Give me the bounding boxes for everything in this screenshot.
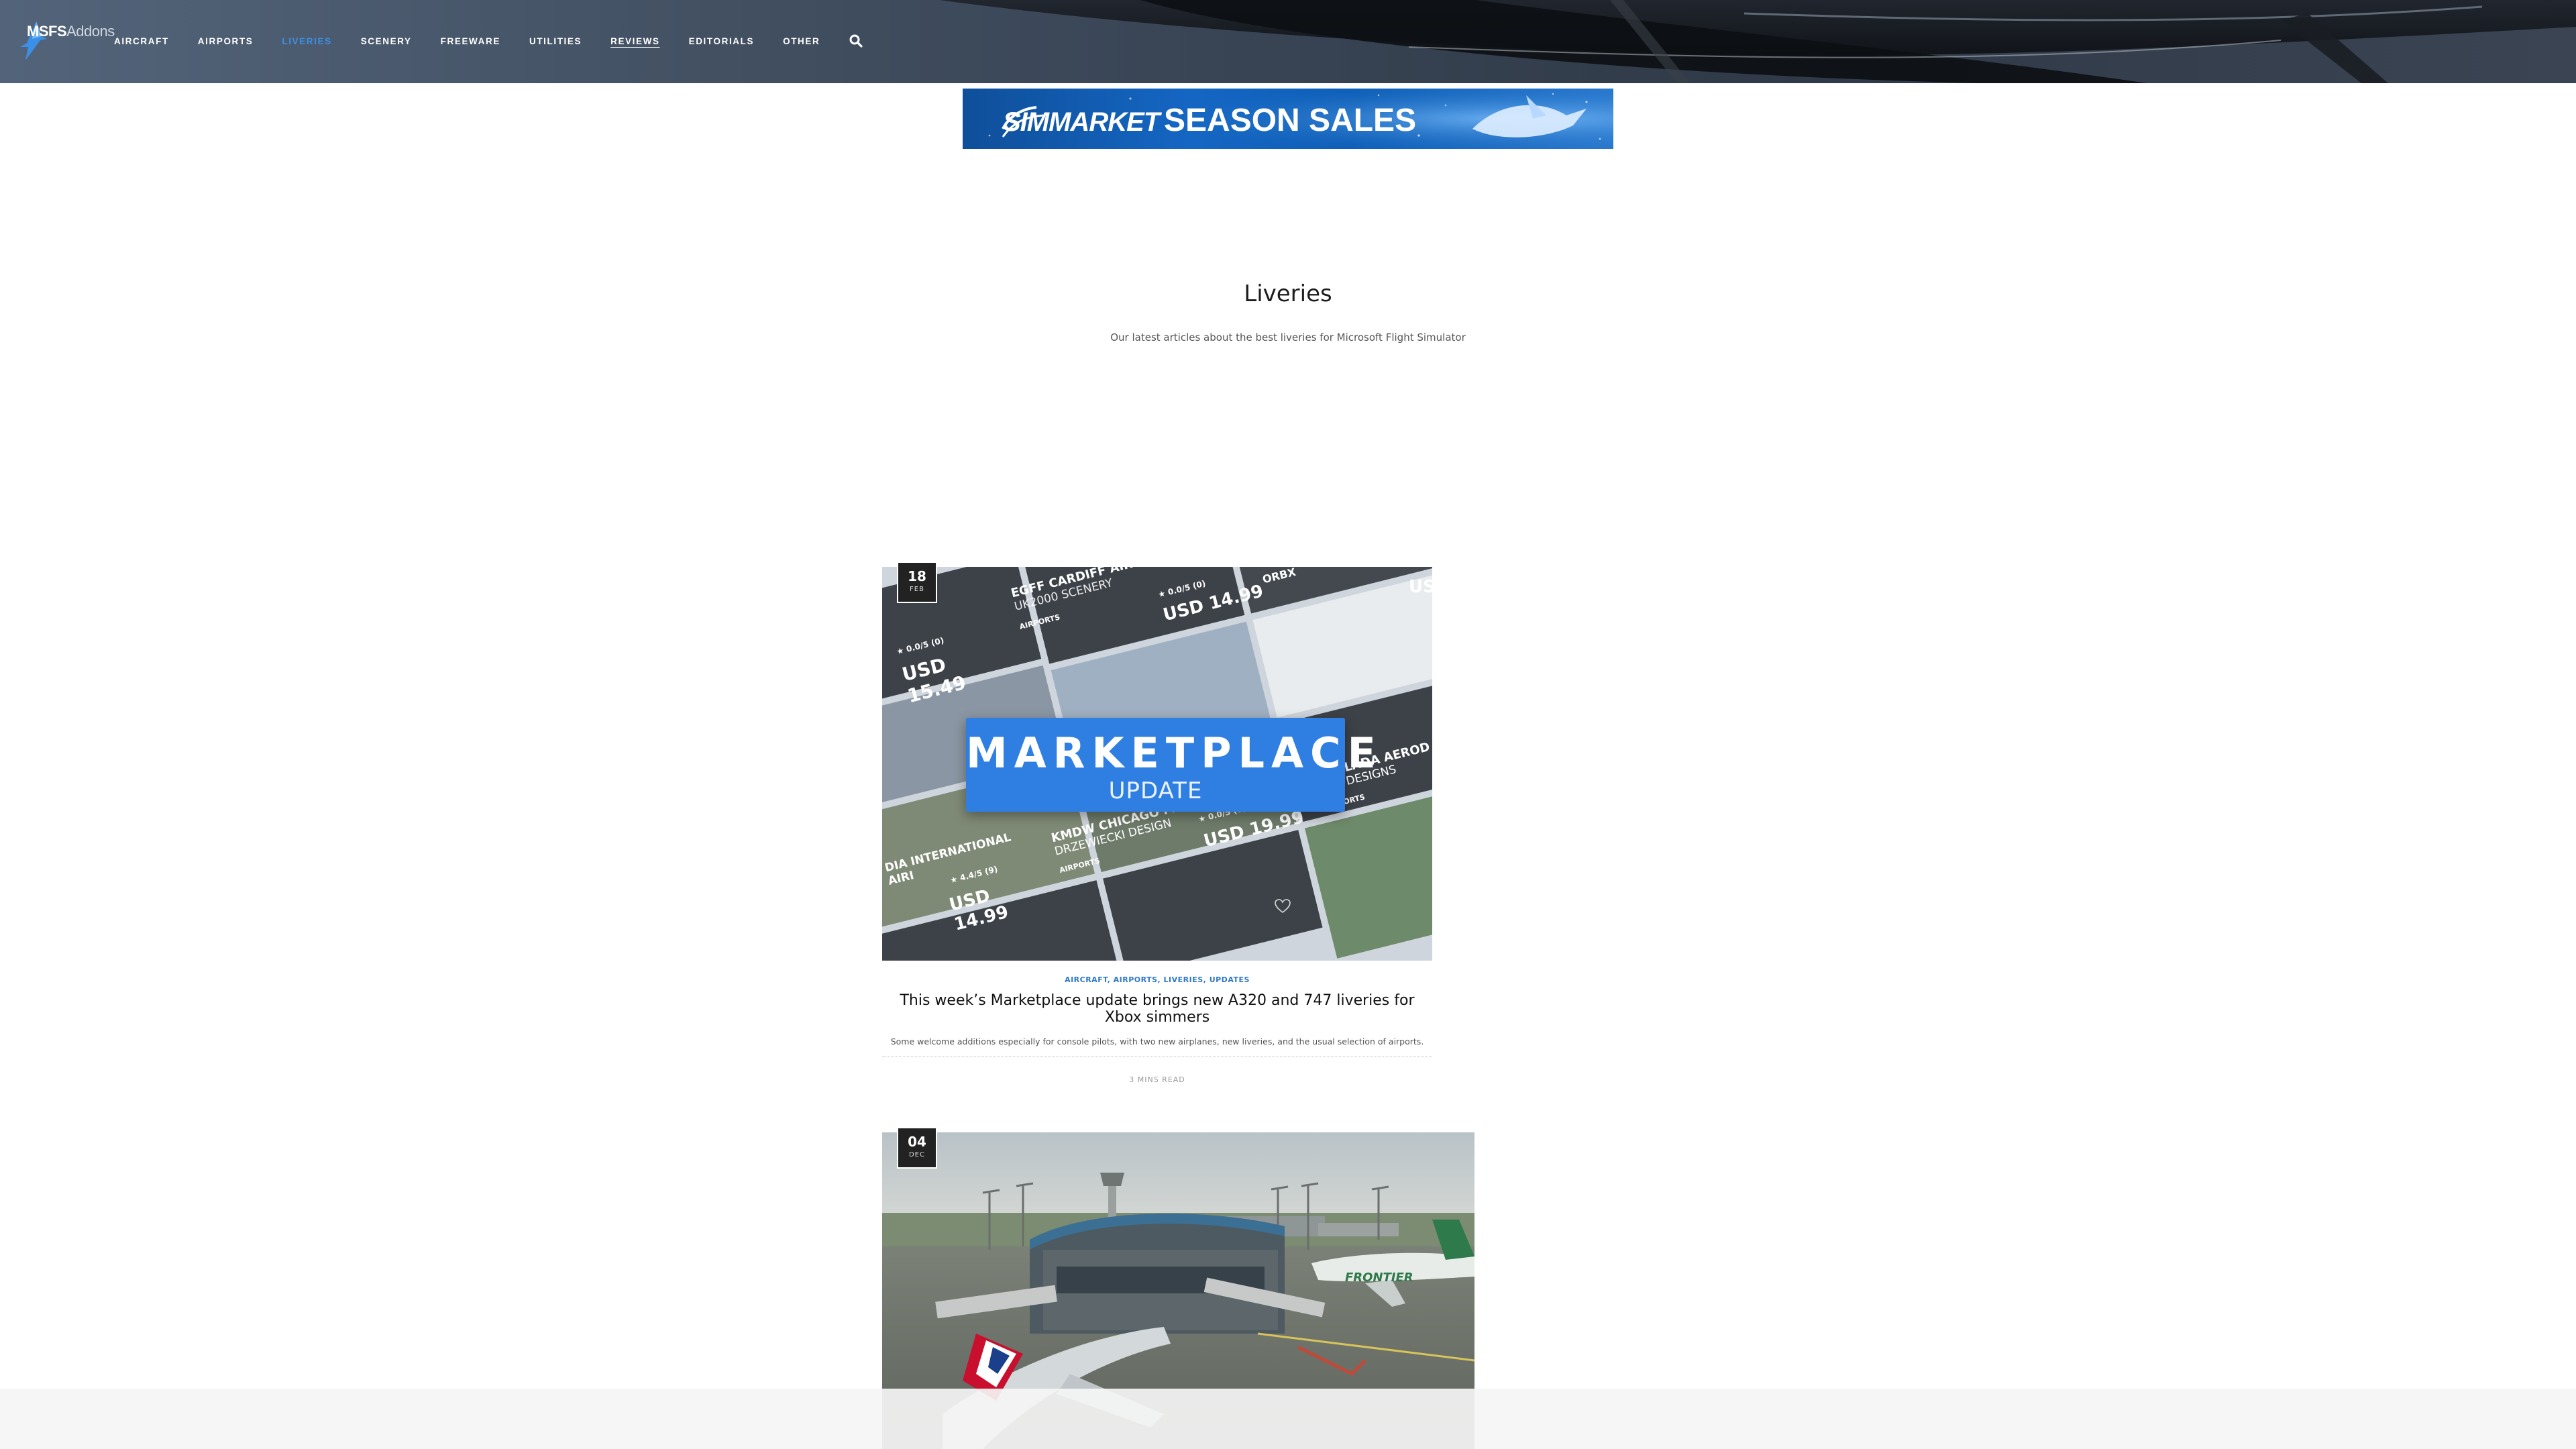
marketplace-headline: MARKETPLACE <box>966 729 1383 777</box>
article-read-time: 3 MINS READ <box>1129 1075 1185 1084</box>
site-header: MSFSAddons AIRCRAFT AIRPORTS LIVERIES SC… <box>0 0 2576 83</box>
nav-item-editorials[interactable]: EDITORIALS <box>689 36 755 46</box>
article-title[interactable]: This week’s Marketplace update brings ne… <box>882 992 1432 1026</box>
date-badge: 04 DEC <box>897 1127 937 1169</box>
banner-headline: SEASON SALES <box>1164 103 1417 138</box>
frontier-livery-text: FRONTIER <box>1345 1271 1413 1285</box>
page-subtitle: Our latest articles about the best liver… <box>1110 331 1466 343</box>
date-badge: 18 FEB <box>897 561 937 603</box>
article-thumbnail[interactable]: EGFF CARDIFF AIRPORT UK2000 SCENERY AIRP… <box>882 567 1432 961</box>
bottom-sticky-bar <box>0 1389 2576 1449</box>
logo-brand: MSFS <box>27 23 67 40</box>
nav-item-aircraft[interactable]: AIRCRAFT <box>114 36 169 46</box>
listing-price: US <box>1409 577 1432 597</box>
logo-brand-suffix: Addons <box>66 23 115 40</box>
nav-item-airports[interactable]: AIRPORTS <box>198 36 254 46</box>
nav-item-liveries[interactable]: LIVERIES <box>282 36 331 46</box>
date-month: DEC <box>908 1151 925 1159</box>
main-nav: AIRCRAFT AIRPORTS LIVERIES SCENERY FREEW… <box>114 34 863 48</box>
article-card: 18 FEB EGFF CARDIFF AIRPORT UK2000 SCENE… <box>882 561 1432 1084</box>
heart-icon <box>1275 899 1291 914</box>
nav-item-scenery[interactable]: SCENERY <box>361 36 412 46</box>
search-icon[interactable] <box>849 34 863 48</box>
article-excerpt: Some welcome additions especially for co… <box>890 1036 1424 1046</box>
page-title: Liveries <box>1244 280 1332 307</box>
marketplace-update-label: MARKETPLACE UPDATE <box>966 718 1383 812</box>
banner-brand: SIMMARKET <box>1003 107 1160 137</box>
nav-item-other[interactable]: OTHER <box>783 36 820 46</box>
simmarket-banner-ad[interactable]: SIMMARKET SEASON SALES <box>963 89 1613 149</box>
date-day: 04 <box>908 1134 926 1150</box>
nav-item-freeware[interactable]: FREEWARE <box>441 36 500 46</box>
nav-item-reviews[interactable]: REVIEWS <box>610 36 659 46</box>
date-month: FEB <box>910 586 924 593</box>
nav-item-utilities[interactable]: UTILITIES <box>529 36 582 46</box>
site-logo-text[interactable]: MSFSAddons <box>27 23 115 40</box>
article-categories[interactable]: AIRCRAFT, AIRPORTS, LIVERIES, UPDATES <box>882 975 1432 984</box>
marketplace-subheadline: UPDATE <box>1108 777 1203 804</box>
article-divider <box>882 1056 1432 1057</box>
date-day: 18 <box>908 568 926 584</box>
